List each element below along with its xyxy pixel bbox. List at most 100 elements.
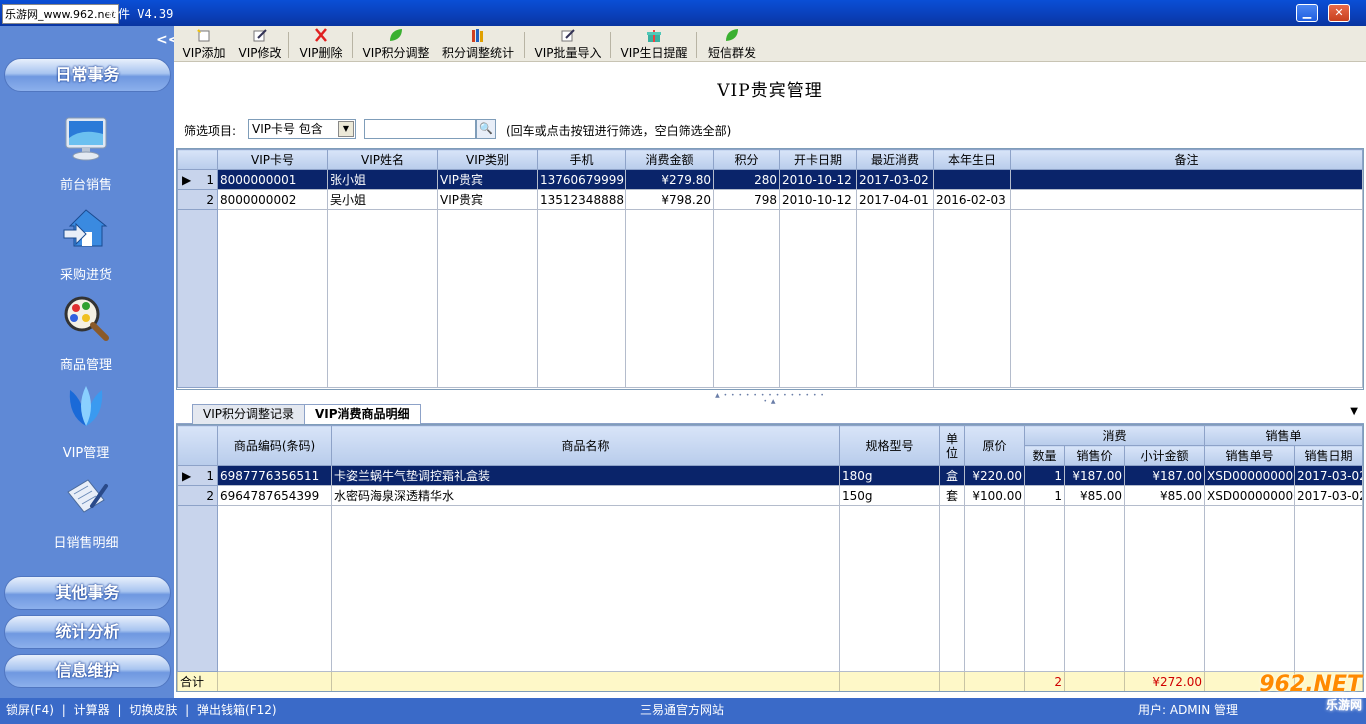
col-header[interactable]: 销售价: [1064, 445, 1125, 466]
cell-birthday: 2016-02-03: [933, 189, 1011, 210]
col-header[interactable]: VIP卡号: [217, 149, 328, 170]
row-indicator: 2: [177, 189, 218, 210]
tab-menu-icon[interactable]: ▼: [1350, 406, 1358, 417]
vip-add-button[interactable]: VIP添加: [182, 28, 226, 60]
sidebar-header-maintenance[interactable]: 信息维护: [4, 654, 171, 688]
tab-points-adjust-records[interactable]: VIP积分调整记录: [192, 404, 305, 424]
edit-pen-icon: [253, 29, 267, 42]
switch-skin-link[interactable]: 切换皮肤: [129, 703, 177, 717]
sidebar-header-statistics[interactable]: 统计分析: [4, 615, 171, 649]
nav-front-sales[interactable]: 前台销售: [20, 114, 152, 198]
group-header-sales-order: 销售单: [1204, 425, 1363, 446]
nav-vip[interactable]: VIP管理: [20, 382, 152, 466]
document-pen-icon: [67, 479, 108, 513]
empty-row: [177, 209, 1363, 388]
sms-broadcast-button[interactable]: 短信群发: [704, 28, 760, 60]
open-cash-drawer-link[interactable]: 弹出钱箱(F12): [197, 703, 277, 717]
official-site-link[interactable]: 三易通官方网站: [640, 698, 724, 722]
nav-label: 日销售明细: [53, 536, 119, 551]
cell-open-date: 2010-10-12: [779, 169, 857, 190]
cell-last-consume: 2017-03-02: [856, 169, 934, 190]
cell-order-no: XSD0000000001: [1204, 465, 1295, 486]
calculator-link[interactable]: 计算器: [74, 703, 110, 717]
table-row[interactable]: 2 8000000002 吴小姐 VIP贵宾 13512348888 ¥798.…: [177, 189, 1363, 210]
vip-edit-button[interactable]: VIP修改: [238, 28, 282, 60]
row-indicator: ▶ 1: [177, 169, 218, 190]
cell-order-date: 2017-03-02: [1294, 485, 1363, 506]
filter-search-input[interactable]: [364, 119, 476, 139]
nav-label: VIP管理: [62, 446, 110, 461]
cell-note: [1010, 169, 1363, 190]
col-header[interactable]: VIP类别: [437, 149, 538, 170]
tab-consume-detail[interactable]: VIP消费商品明细: [304, 404, 421, 425]
col-header[interactable]: 规格型号: [839, 425, 940, 466]
filter-hint: (回车或点击按钮进行筛选，空白筛选全部): [506, 124, 732, 138]
row-indicator: ▶ 1: [177, 465, 218, 486]
table-row[interactable]: ▶ 1 8000000001 张小姐 VIP贵宾 13760679999 ¥279…: [177, 169, 1363, 190]
splitter-handle[interactable]: ▲ • • • • • • • • • • • • • • • ▲: [712, 393, 828, 405]
cell-subtotal: ¥187.00: [1124, 465, 1205, 486]
current-user: 用户: ADMIN 管理: [1138, 703, 1238, 717]
col-header[interactable]: 小计金额: [1124, 445, 1205, 466]
col-header[interactable]: 备注: [1010, 149, 1363, 170]
sidebar-header-daily[interactable]: 日常事务: [4, 58, 171, 92]
col-header[interactable]: VIP姓名: [327, 149, 438, 170]
search-button[interactable]: 🔍: [476, 119, 496, 139]
lock-screen-link[interactable]: 锁屏(F4): [6, 703, 54, 717]
col-header[interactable]: 最近消费: [856, 149, 934, 170]
table-row[interactable]: 2 6964787654399 水密码海泉深透精华水 150g 套 ¥100.0…: [177, 485, 1363, 506]
vip-points-adjust-button[interactable]: VIP积分调整: [360, 28, 432, 60]
filter-select-value: VIP卡号 包含: [252, 122, 323, 136]
col-header[interactable]: 积分: [713, 149, 780, 170]
col-header[interactable]: 商品名称: [331, 425, 840, 466]
sidebar-header-other[interactable]: 其他事务: [4, 576, 171, 610]
close-button[interactable]: ✕: [1328, 4, 1350, 22]
site-watermark-logo: 962.NET 乐游网: [1259, 672, 1362, 712]
col-header[interactable]: 单位: [939, 425, 965, 466]
filter-field-select[interactable]: VIP卡号 包含 ▼: [248, 119, 356, 139]
page-title: VIP贵宾管理: [717, 81, 823, 101]
vip-delete-button[interactable]: VIP删除: [298, 28, 344, 60]
cell-type: VIP贵宾: [437, 169, 538, 190]
sidebar: << 日常事务 前台销售 采购进货 商品管理 VIP管理 日销售明细 其他事务 …: [0, 26, 179, 698]
row-indicator-header: [177, 149, 218, 170]
col-header[interactable]: 销售单号: [1204, 445, 1295, 466]
col-header[interactable]: 本年生日: [933, 149, 1011, 170]
nav-daily-sales-detail[interactable]: 日销售明细: [20, 472, 152, 556]
nav-purchase[interactable]: 采购进货: [20, 204, 152, 288]
status-separator: |: [61, 703, 66, 717]
app-window: 乐游网_www.962.net 软件 V4.39 ▁ ✕ << 日常事务 前台销…: [0, 0, 1366, 724]
cell-amount: ¥798.20: [625, 189, 714, 210]
minimize-button[interactable]: ▁: [1296, 4, 1318, 22]
col-header[interactable]: 手机: [537, 149, 626, 170]
col-header[interactable]: 消费金额: [625, 149, 714, 170]
window-title: 软件 V4.39: [106, 7, 174, 21]
vip-birthday-reminder-button[interactable]: VIP生日提醒: [618, 28, 690, 60]
points-adjust-stats-button[interactable]: 积分调整统计: [440, 28, 516, 60]
col-header[interactable]: 开卡日期: [779, 149, 857, 170]
main-panel: VIP贵宾管理 筛选项目: VIP卡号 包含 ▼ 🔍 (回车或点击按钮进行筛选，…: [174, 62, 1366, 698]
house-arrow-icon: [63, 209, 108, 247]
cell-amount: ¥279.80: [625, 169, 714, 190]
cell-spec: 180g: [839, 465, 940, 486]
cell-last-consume: 2017-04-01: [856, 189, 934, 210]
nav-products[interactable]: 商品管理: [20, 294, 152, 378]
consume-detail-table: 商品编码(条码) 商品名称 规格型号 单位 原价 消费 销售单 数量 销售价 小…: [176, 424, 1364, 692]
chevron-down-icon[interactable]: ▼: [338, 121, 354, 137]
col-header[interactable]: 销售日期: [1294, 445, 1363, 466]
col-header[interactable]: 数量: [1024, 445, 1065, 466]
table-row[interactable]: ▶ 1 6987776356511 卡姿兰蜗牛气垫调控霜礼盒装 180g 盒 ¥2…: [177, 465, 1363, 486]
cell-points: 280: [713, 169, 780, 190]
col-header[interactable]: 商品编码(条码): [217, 425, 332, 466]
cell-birthday: [933, 169, 1011, 190]
cell-product-name: 水密码海泉深透精华水: [331, 485, 840, 506]
search-icon: 🔍: [479, 122, 493, 135]
nav-label: 采购进货: [59, 268, 112, 283]
cell-open-date: 2010-10-12: [779, 189, 857, 210]
cell-qty: 1: [1024, 485, 1065, 506]
row-indicator: 2: [177, 485, 218, 506]
delete-x-icon: [315, 28, 327, 42]
vip-bulk-import-button[interactable]: VIP批量导入: [532, 28, 604, 60]
filter-label: 筛选项目:: [184, 124, 237, 138]
col-header[interactable]: 原价: [964, 425, 1025, 466]
